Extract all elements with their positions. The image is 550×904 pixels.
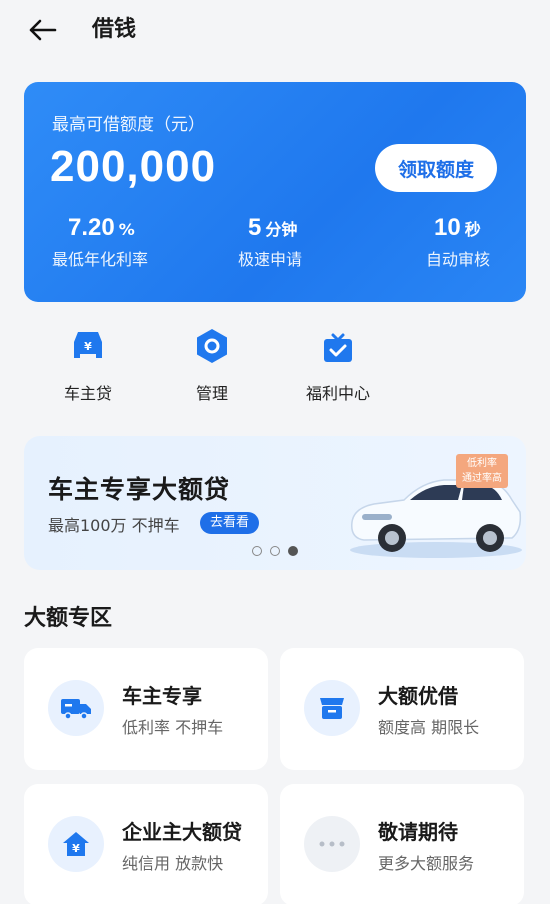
banner-title: 车主专享大额贷 bbox=[48, 475, 231, 504]
stat-unit: 分钟 bbox=[265, 220, 298, 239]
page-title: 借钱 bbox=[92, 17, 137, 42]
stat-label: 最低年化利率 bbox=[52, 250, 149, 269]
shortcut-welfare[interactable]: 福利中心 bbox=[283, 326, 393, 404]
stat-apply-time: 5 分钟 极速申请 bbox=[238, 214, 302, 270]
car-loan-icon: ¥ bbox=[68, 326, 108, 366]
svg-text:¥: ¥ bbox=[84, 340, 92, 353]
tile-business-loan[interactable]: ¥ 企业主大额贷 纯信用 放款快 bbox=[24, 784, 268, 904]
arrow-left-icon bbox=[29, 19, 57, 41]
shortcut-label: 福利中心 bbox=[305, 384, 370, 403]
stat-unit: 秒 bbox=[464, 220, 481, 239]
stat-label: 极速申请 bbox=[238, 250, 303, 269]
stat-unit: % bbox=[118, 220, 135, 239]
tile-subtitle: 更多大额服务 bbox=[378, 854, 475, 873]
quota-card: 最高可借额度（元） 200,000 领取额度 7.20% 最低年化利率 5 分钟 … bbox=[24, 82, 526, 302]
carousel-dot-active[interactable] bbox=[288, 546, 298, 556]
store-icon bbox=[304, 680, 360, 736]
tag-line: 低利率 bbox=[467, 458, 497, 469]
tile-title: 车主专享 bbox=[122, 684, 202, 708]
section-title: 大额专区 bbox=[24, 606, 113, 631]
tile-car-owner[interactable]: 车主专享 低利率 不押车 bbox=[24, 648, 268, 770]
top-bar: 借钱 bbox=[0, 0, 550, 62]
tag-line: 通过率高 bbox=[462, 473, 502, 484]
claim-quota-button[interactable]: 领取额度 bbox=[375, 144, 497, 192]
promo-tag: 低利率 通过率高 bbox=[456, 454, 508, 488]
quota-amount: 200,000 bbox=[50, 142, 217, 191]
back-button[interactable] bbox=[24, 14, 60, 46]
tile-title: 敬请期待 bbox=[378, 820, 458, 844]
shortcut-row: ¥ 车主贷 管理 福利中心 bbox=[0, 326, 550, 406]
carousel-dot[interactable] bbox=[270, 546, 280, 556]
banner-go-button[interactable]: 去看看 bbox=[200, 512, 260, 534]
tile-subtitle: 额度高 期限长 bbox=[378, 718, 480, 737]
promo-banner[interactable]: 车主专享大额贷 最高100万 不押车 去看看 低利率 通过率高 bbox=[24, 436, 526, 570]
carousel-dot[interactable] bbox=[252, 546, 262, 556]
house-yen-icon: ¥ bbox=[48, 816, 104, 872]
stat-label: 自动审核 bbox=[426, 250, 491, 269]
stat-review-time: 10 秒 自动审核 bbox=[426, 214, 490, 270]
tile-subtitle: 低利率 不押车 bbox=[122, 718, 224, 737]
quota-label: 最高可借额度（元） bbox=[52, 115, 205, 135]
shortcut-car-loan[interactable]: ¥ 车主贷 bbox=[33, 326, 143, 404]
svg-text:¥: ¥ bbox=[72, 842, 80, 855]
banner-subtitle: 最高100万 不押车 bbox=[48, 516, 180, 535]
stat-rate: 7.20% 最低年化利率 bbox=[52, 214, 148, 270]
stat-value: 5 bbox=[248, 214, 262, 241]
tile-title: 企业主大额贷 bbox=[122, 820, 242, 844]
shortcut-label: 管理 bbox=[195, 384, 228, 403]
manage-icon bbox=[192, 326, 232, 366]
shortcut-manage[interactable]: 管理 bbox=[157, 326, 267, 404]
shortcut-label: 车主贷 bbox=[63, 384, 112, 403]
gift-icon bbox=[318, 326, 358, 366]
truck-icon bbox=[48, 680, 104, 736]
stat-value: 7.20 bbox=[68, 214, 115, 241]
carousel-indicator bbox=[252, 546, 298, 556]
tile-large-loan[interactable]: 大额优借 额度高 期限长 bbox=[280, 648, 524, 770]
more-dots-icon bbox=[304, 816, 360, 872]
tile-subtitle: 纯信用 放款快 bbox=[122, 854, 224, 873]
tile-coming-soon[interactable]: 敬请期待 更多大额服务 bbox=[280, 784, 524, 904]
tile-title: 大额优借 bbox=[378, 684, 458, 708]
stat-value: 10 bbox=[434, 214, 461, 241]
